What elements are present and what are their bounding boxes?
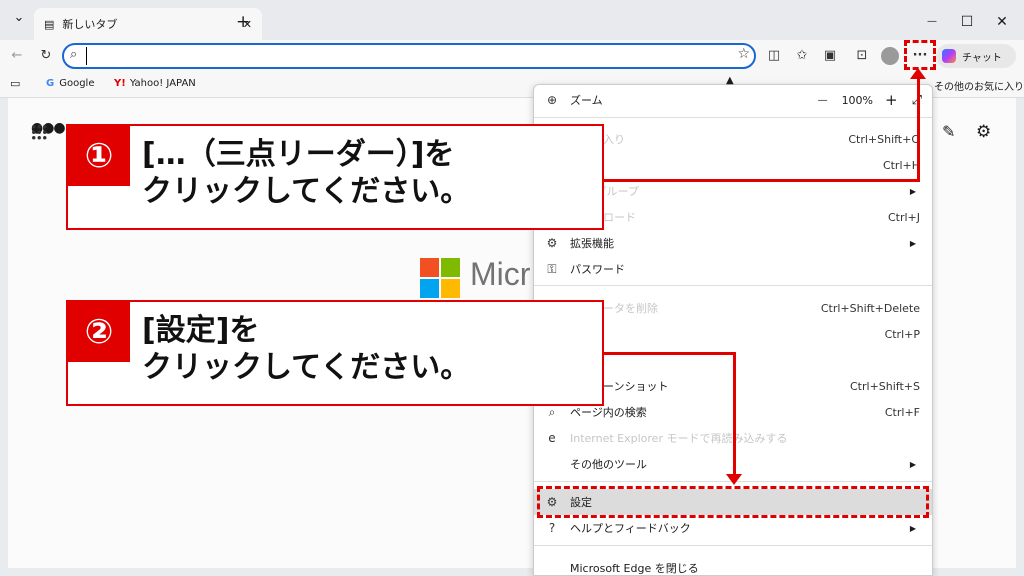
menu-shortcut: Ctrl+Shift+Delete	[820, 301, 920, 315]
minimize-button[interactable]: —	[920, 10, 944, 34]
menu-shortcut: Ctrl+Shift+S	[850, 379, 920, 393]
copilot-icon	[942, 49, 956, 63]
bookmark-google[interactable]: G Google	[46, 78, 94, 89]
callout-step-1: ① […（三点リーダー）]を クリックしてください。	[66, 124, 604, 230]
bookmark-yahoo[interactable]: Y! Yahoo! JAPAN	[114, 78, 196, 89]
microsoft-brand-text: Micr	[470, 256, 531, 292]
menu-label: 履歴	[570, 157, 883, 173]
screenshot-icon[interactable]: ⊡	[852, 46, 872, 66]
menu-label: Internet Explorer モードで再読み込みする	[570, 432, 788, 445]
ie-mode-icon: e	[548, 431, 556, 445]
key-icon: ⚿	[547, 261, 557, 276]
menu-label: その他のツール	[570, 458, 647, 471]
address-bar[interactable]: ⌕ ☆	[62, 43, 756, 69]
bookmark-label: Google	[59, 78, 95, 89]
zoom-level: 100%	[841, 93, 874, 107]
zoom-in-button[interactable]: +	[885, 91, 898, 109]
step-2-instruction: [設定]を クリックしてください。	[142, 313, 471, 385]
bookmark-toggle-icon[interactable]: ▭	[10, 77, 20, 90]
menu-label: ページ内の検索	[570, 406, 647, 419]
apps-grid-icon	[31, 124, 47, 140]
collections-icon[interactable]: ▣	[820, 46, 840, 66]
copilot-button[interactable]: チャット	[936, 44, 1016, 68]
tab-label: 新しいタブ	[62, 18, 118, 31]
zoom-out-button[interactable]: —	[818, 95, 828, 106]
menu-label: 閲覧データを削除	[570, 302, 658, 315]
yahoo-icon: Y!	[114, 78, 126, 89]
step-1-instruction: […（三点リーダー）]を クリックしてください。	[142, 137, 471, 209]
menu-item-extensions[interactable]: ⚙ 拡張機能 ▶	[534, 230, 932, 256]
settings-gear-icon[interactable]: ⚙	[976, 122, 991, 142]
address-input[interactable]	[86, 47, 706, 65]
more-button-highlight	[904, 40, 936, 70]
menu-label: ヘルプとフィードバック	[570, 522, 691, 535]
favorite-star-icon[interactable]: ☆	[737, 46, 750, 62]
menu-label: スクリーンショット	[570, 380, 669, 393]
other-favorites[interactable]: その他のお気に入り	[934, 78, 1024, 93]
settings-highlight	[537, 486, 929, 518]
connector-line-1-vertical	[917, 78, 920, 182]
google-icon: G	[46, 78, 55, 89]
tab-list-button[interactable]: ⌄	[10, 10, 28, 30]
search-icon: ⌕	[70, 47, 78, 62]
copilot-label: チャット	[962, 52, 1002, 64]
help-icon: ?	[548, 521, 556, 535]
tab-new-tab[interactable]: ▤ 新しいタブ ✕	[34, 8, 262, 40]
menu-shortcut: Ctrl+P	[884, 327, 920, 341]
menu-shortcut: Ctrl+F	[884, 405, 920, 419]
maximize-button[interactable]: ☐	[955, 10, 979, 34]
zoom-icon: ⊕	[546, 93, 558, 107]
connector-line-2-horizontal	[602, 352, 736, 355]
menu-item-zoom: ⊕ ズーム — 100% + ⤢	[534, 87, 932, 113]
edit-icon[interactable]: ✎	[942, 122, 955, 141]
menu-label: パスワード	[570, 263, 625, 276]
new-tab-button[interactable]: +	[236, 12, 250, 32]
microsoft-logo	[420, 258, 460, 298]
step-number-2: ②	[68, 302, 130, 362]
back-button[interactable]: ←	[7, 46, 27, 66]
bookmark-label: Yahoo! JAPAN	[129, 78, 196, 89]
profile-avatar[interactable]	[881, 47, 899, 65]
step-number-1: ①	[68, 126, 130, 186]
menu-shortcut: Ctrl+Shift+O	[848, 132, 920, 146]
connector-line-1-horizontal	[602, 179, 920, 182]
menu-divider	[534, 117, 932, 118]
submenu-arrow-icon: ▶	[909, 238, 916, 248]
menu-label: ダウンロード	[570, 209, 888, 225]
connector-line-2-vertical	[733, 352, 736, 476]
zoom-label: ズーム	[570, 94, 603, 107]
menu-label: 拡張機能	[570, 237, 614, 250]
submenu-arrow-icon: ▶	[909, 459, 916, 469]
menu-shortcut: Ctrl+H	[882, 158, 920, 172]
favorites-icon[interactable]: ✩	[792, 46, 812, 66]
menu-item-help-feedback[interactable]: ? ヘルプとフィードバック ▶	[534, 515, 932, 541]
menu-shortcut: Ctrl+J	[887, 210, 920, 224]
split-screen-icon[interactable]: ◫	[764, 46, 784, 66]
arrow-up-icon	[910, 68, 926, 79]
page-icon: ▤	[44, 17, 55, 31]
menu-item-passwords[interactable]: ⚿ パスワード	[534, 256, 932, 282]
submenu-arrow-icon: ▶	[909, 186, 916, 196]
menu-item-close-edge[interactable]: Microsoft Edge を閉じる	[534, 555, 932, 576]
close-button[interactable]: ✕	[990, 10, 1014, 34]
find-icon: ⌕	[548, 404, 556, 419]
submenu-arrow-icon: ▶	[909, 523, 916, 533]
callout-step-2: ② [設定]を クリックしてください。	[66, 300, 604, 406]
refresh-button[interactable]: ↻	[36, 46, 56, 66]
arrow-down-icon	[726, 474, 742, 485]
menu-label: 印刷	[570, 326, 885, 342]
menu-label: お気に入り	[570, 131, 848, 147]
menu-divider	[534, 545, 932, 546]
menu-label: タブ グループ	[570, 185, 639, 198]
menu-label: Microsoft Edge を閉じる	[570, 562, 699, 575]
menu-divider	[534, 285, 932, 286]
menu-caret-icon: ▲	[726, 75, 734, 86]
extensions-icon: ⚙	[546, 236, 558, 250]
